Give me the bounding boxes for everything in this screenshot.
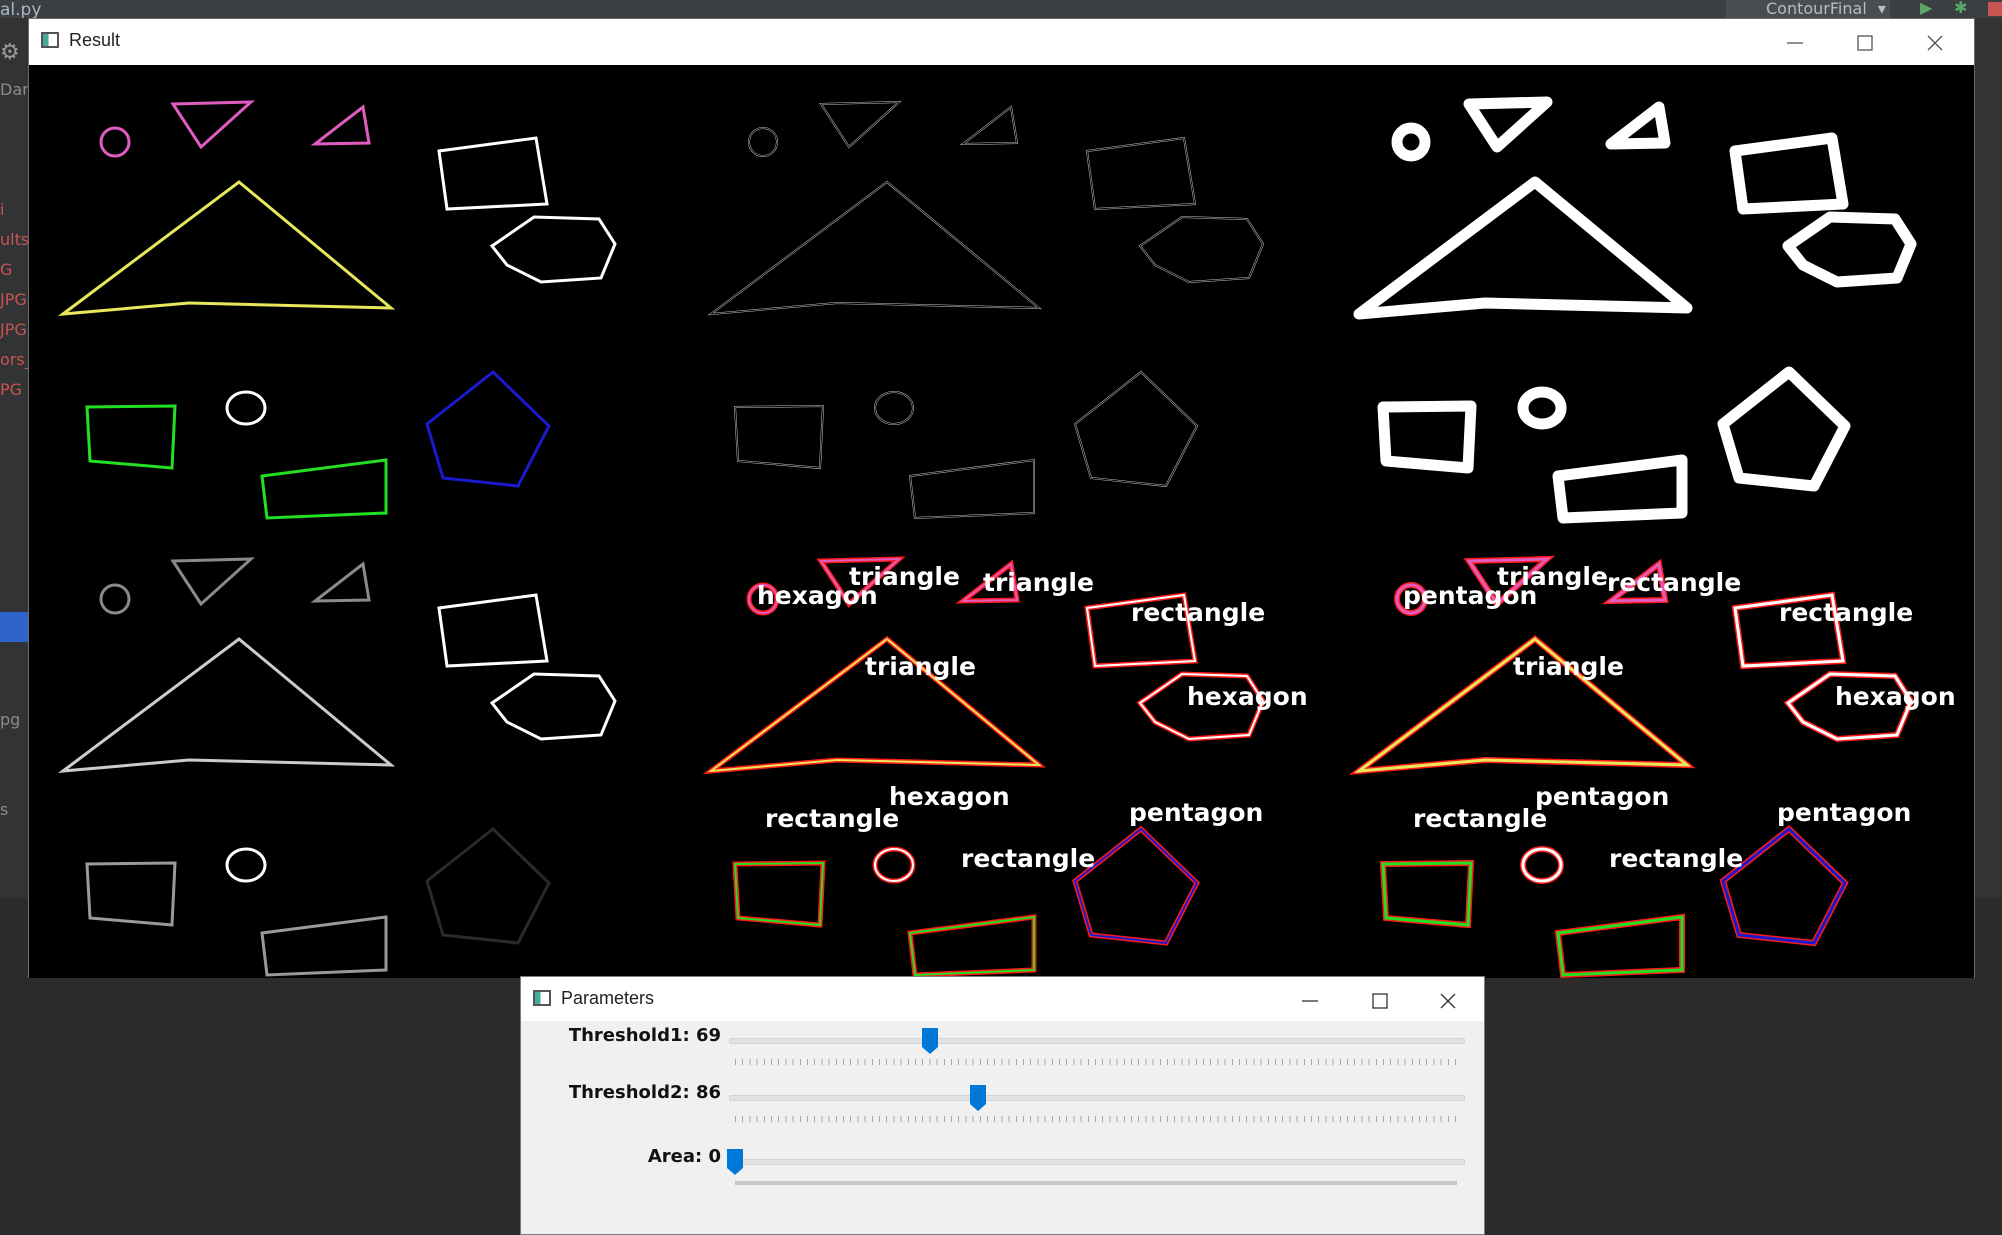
window-title: Result	[69, 30, 121, 50]
project-item[interactable]: G	[0, 260, 12, 279]
project-item[interactable]: JPG	[0, 320, 27, 339]
minimize-button[interactable]	[1761, 19, 1831, 65]
parameters-titlebar[interactable]: Parameters	[521, 977, 1484, 1021]
project-item[interactable]: ults	[0, 230, 29, 249]
shape-label: pentagon	[1129, 798, 1263, 827]
window-title: Parameters	[561, 988, 655, 1008]
shape-label: rectangle	[1779, 598, 1913, 627]
shape-label: hexagon	[1835, 682, 1956, 711]
stop-icon[interactable]	[1988, 2, 2002, 16]
shape-label: rectangle	[1131, 598, 1265, 627]
minimize-icon	[1787, 42, 1803, 44]
threshold2-slider-thumb[interactable]	[969, 1084, 987, 1112]
minimize-button[interactable]	[1276, 977, 1346, 1023]
threshold1-track[interactable]	[729, 1038, 1465, 1044]
threshold1-label: Threshold1: 69	[568, 1025, 721, 1046]
project-selection	[0, 612, 28, 642]
shape-label: rectangle	[1413, 804, 1547, 833]
shape-label: triangle	[1497, 562, 1608, 591]
result-titlebar[interactable]: Result	[29, 19, 1974, 65]
shape-label: triangle	[849, 562, 960, 591]
app-icon	[533, 990, 551, 1006]
parameters-body: Threshold1: 69 Threshold2: 86 Area: 0	[521, 1021, 1484, 1234]
shape-label: rectangle	[765, 804, 899, 833]
project-item[interactable]: PG	[0, 380, 22, 399]
app-icon	[41, 32, 59, 48]
area-label: Area: 0	[647, 1146, 721, 1167]
shape-label: rectangle	[1609, 844, 1743, 873]
shape-label: hexagon	[889, 782, 1010, 811]
close-icon	[1927, 35, 1943, 51]
area-ticks	[735, 1181, 1457, 1185]
project-item[interactable]: s	[0, 800, 8, 819]
ide-project-panel	[0, 18, 28, 898]
dropdown-icon: ▾	[1877, 0, 1886, 18]
close-icon	[1440, 993, 1456, 1009]
shape-label: triangle	[983, 568, 1094, 597]
maximize-icon	[1857, 35, 1873, 51]
project-item[interactable]: i	[0, 200, 4, 219]
minimize-icon	[1302, 1000, 1318, 1002]
close-button[interactable]	[1414, 977, 1484, 1023]
result-window: Result hexagon triangle triangle rectang…	[28, 18, 1975, 978]
ide-right-strip	[1975, 18, 2002, 898]
shape-label: triangle	[865, 652, 976, 681]
maximize-button[interactable]	[1346, 977, 1416, 1023]
shape-label: hexagon	[1187, 682, 1308, 711]
ide-file-tab[interactable]: al.py	[0, 0, 41, 20]
run-icon[interactable]: ▶	[1920, 0, 1938, 18]
threshold2-label: Threshold2: 86	[568, 1082, 721, 1103]
maximize-button[interactable]	[1831, 19, 1901, 65]
ide-top-bar	[0, 0, 2002, 18]
settings-icon[interactable]: ⚙	[0, 40, 20, 65]
project-item[interactable]: pg	[0, 710, 20, 729]
area-slider-thumb[interactable]	[726, 1148, 744, 1176]
shape-label: pentagon	[1777, 798, 1911, 827]
parameters-window: Parameters Threshold1: 69 Threshold2: 86…	[520, 976, 1485, 1235]
shape-label: rectangle	[961, 844, 1095, 873]
shape-label: triangle	[1513, 652, 1624, 681]
result-image: hexagon triangle triangle rectangle tria…	[29, 65, 1974, 978]
threshold1-slider-thumb[interactable]	[921, 1027, 939, 1055]
run-config-label: ContourFinal	[1766, 0, 1867, 18]
threshold1-ticks	[735, 1059, 1457, 1065]
run-config-select[interactable]: ContourFinal ▾	[1726, 0, 1890, 18]
shape-label: rectangle	[1607, 568, 1741, 597]
area-track[interactable]	[729, 1159, 1465, 1165]
threshold2-ticks	[735, 1116, 1457, 1122]
threshold2-track[interactable]	[729, 1095, 1465, 1101]
debug-icon[interactable]: ✱	[1954, 0, 1972, 18]
maximize-icon	[1372, 993, 1388, 1009]
shape-label: pentagon	[1535, 782, 1669, 811]
project-item[interactable]: JPG	[0, 290, 27, 309]
close-button[interactable]	[1901, 19, 1971, 65]
